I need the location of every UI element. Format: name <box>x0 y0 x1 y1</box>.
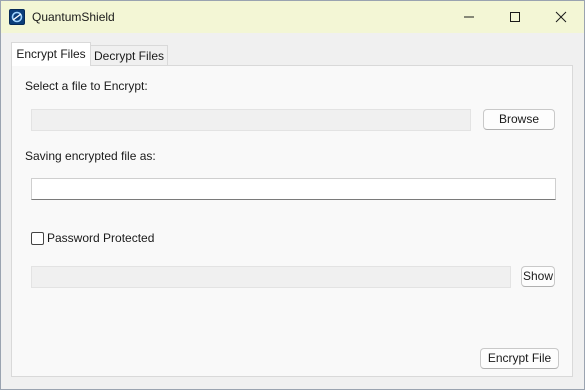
save-as-field[interactable] <box>31 178 556 200</box>
password-field[interactable] <box>31 266 511 288</box>
encrypt-files-panel: Select a file to Encrypt: Browse Saving … <box>11 65 573 377</box>
close-icon <box>555 11 567 23</box>
encrypt-file-button[interactable]: Encrypt File <box>480 348 559 369</box>
title-bar[interactable]: QuantumShield <box>1 1 584 33</box>
save-as-input[interactable] <box>32 179 555 199</box>
minimize-icon <box>464 16 474 18</box>
show-password-button[interactable]: Show <box>521 266 555 287</box>
password-protected-label[interactable]: Password Protected <box>47 231 154 245</box>
file-path-field[interactable] <box>31 109 471 131</box>
save-as-label: Saving encrypted file as: <box>25 149 156 163</box>
maximize-button[interactable] <box>492 1 538 33</box>
select-file-label: Select a file to Encrypt: <box>25 79 148 93</box>
file-path-input[interactable] <box>32 110 470 130</box>
minimize-button[interactable] <box>446 1 492 33</box>
password-protected-checkbox[interactable] <box>31 232 44 245</box>
quantumshield-logo-icon <box>9 9 25 25</box>
maximize-icon <box>510 12 520 22</box>
app-window: QuantumShield Encrypt Files Decrypt File… <box>0 0 585 390</box>
window-title: QuantumShield <box>32 10 115 24</box>
tab-decrypt-files[interactable]: Decrypt Files <box>90 45 168 67</box>
window-client-area: Encrypt Files Decrypt Files Select a fil… <box>1 33 584 389</box>
close-button[interactable] <box>538 1 584 33</box>
password-input[interactable] <box>32 267 510 287</box>
browse-button[interactable]: Browse <box>483 109 555 130</box>
tab-encrypt-files[interactable]: Encrypt Files <box>11 42 91 66</box>
